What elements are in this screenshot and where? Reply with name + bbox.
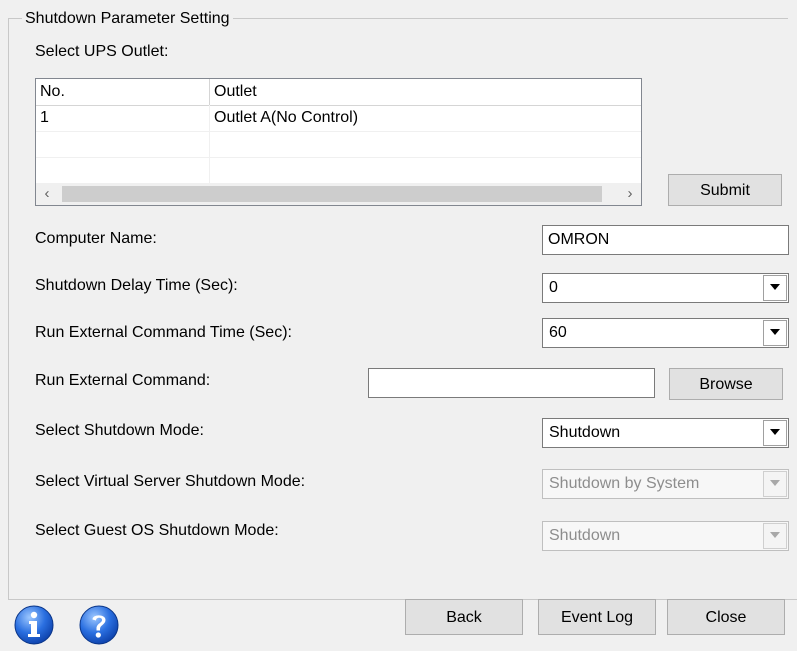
chevron-down-icon[interactable] [763,420,787,446]
shutdown-delay-select[interactable]: 0 [542,273,789,303]
chevron-down-icon [763,471,787,497]
run-cmd-label: Run External Command: [35,372,211,389]
help-icon[interactable] [78,604,120,646]
shutdown-delay-value: 0 [549,279,558,296]
back-button[interactable]: Back [405,599,523,635]
column-header-outlet[interactable]: Outlet [210,79,641,105]
column-header-no[interactable]: No. [36,79,210,105]
computer-name-field[interactable]: OMRON [542,225,789,255]
info-icon[interactable] [13,604,55,646]
scrollbar-thumb[interactable] [62,186,602,202]
chevron-down-icon[interactable] [763,275,787,301]
chevron-down-icon[interactable] [763,320,787,346]
event-log-button[interactable]: Event Log [538,599,656,635]
scroll-right-icon[interactable]: › [619,183,641,205]
close-button[interactable]: Close [667,599,785,635]
chevron-down-icon [763,523,787,549]
vs-shutdown-mode-value: Shutdown by System [549,475,700,492]
run-cmd-time-value: 60 [549,324,567,341]
vs-shutdown-mode-select: Shutdown by System [542,469,789,499]
horizontal-scrollbar[interactable]: ‹ › [36,183,641,205]
browse-button[interactable]: Browse [669,368,783,400]
outlet-listview[interactable]: No. Outlet 1 Outlet A(No Control) ‹ › [35,78,642,206]
shutdown-mode-value: Shutdown [549,424,621,441]
shutdown-mode-label: Select Shutdown Mode: [35,422,204,439]
run-cmd-time-label: Run External Command Time (Sec): [35,324,292,341]
guest-os-shutdown-mode-label: Select Guest OS Shutdown Mode: [35,522,279,539]
groupbox-title: Shutdown Parameter Setting [22,10,233,28]
shutdown-delay-label: Shutdown Delay Time (Sec): [35,277,238,294]
vs-shutdown-mode-label: Select Virtual Server Shutdown Mode: [35,473,306,490]
row-no-cell: 1 [40,109,49,126]
shutdown-mode-select[interactable]: Shutdown [542,418,789,448]
table-row[interactable]: 1 Outlet A(No Control) [36,105,641,132]
guest-os-shutdown-mode-select: Shutdown [542,521,789,551]
outlet-list-header: No. Outlet [36,79,641,106]
guest-os-shutdown-mode-value: Shutdown [549,527,621,544]
table-row-empty [36,131,641,158]
run-cmd-time-select[interactable]: 60 [542,318,789,348]
select-outlet-label: Select UPS Outlet: [35,43,169,60]
scroll-left-icon[interactable]: ‹ [36,183,58,205]
row-outlet-cell: Outlet A(No Control) [214,109,359,126]
run-cmd-field[interactable] [368,368,655,398]
submit-button[interactable]: Submit [668,174,782,206]
computer-name-label: Computer Name: [35,230,157,247]
column-divider [209,105,210,183]
